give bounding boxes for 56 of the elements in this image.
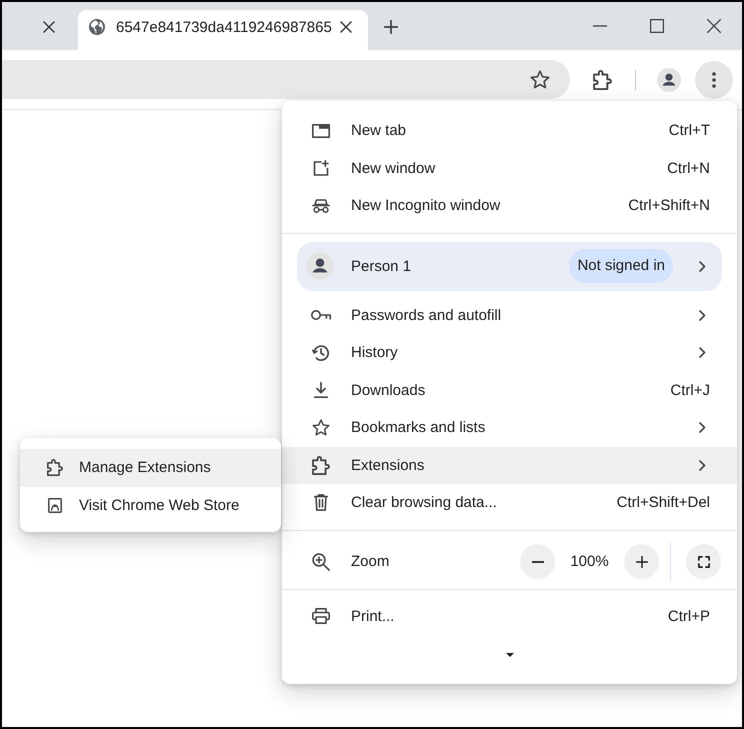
- menu-item[interactable]: Bookmarks and lists: [282, 409, 737, 446]
- shortcut-text: Ctrl+Shift+Del: [616, 494, 710, 512]
- status-badge: Not signed in: [569, 249, 673, 283]
- menu-item[interactable]: Clear browsing data... Ctrl+Shift+Del: [282, 484, 737, 522]
- history-icon: [312, 344, 330, 362]
- download-icon: [314, 382, 328, 398]
- menu-button[interactable]: [695, 60, 733, 98]
- menu-item[interactable]: New tab Ctrl+T: [282, 112, 737, 150]
- maximize-icon[interactable]: [650, 19, 664, 33]
- close-icon[interactable]: [43, 21, 55, 33]
- menu-item[interactable]: Downloads Ctrl+J: [282, 372, 737, 409]
- shortcut-text: Ctrl+J: [670, 382, 710, 399]
- chevron-right-icon: [699, 260, 706, 272]
- fullscreen-button[interactable]: [686, 544, 721, 579]
- shortcut-text: Ctrl+Shift+N: [628, 197, 710, 214]
- puzzle-icon[interactable]: [593, 70, 612, 90]
- menu-item[interactable]: Extensions: [282, 446, 737, 484]
- profile-row[interactable]: Person 1 Not signed in: [297, 242, 722, 290]
- zoom-label: Zoom: [351, 553, 390, 570]
- new-tab-icon: [312, 124, 330, 138]
- fullscreen-icon: [698, 556, 710, 568]
- menu-item[interactable]: Manage Extensions: [20, 449, 281, 486]
- shortcut-text: Ctrl+T: [668, 122, 710, 140]
- menu-item[interactable]: Visit Chrome Web Store: [20, 486, 281, 524]
- puzzle-icon: [47, 459, 63, 476]
- menu-item[interactable]: Print... Ctrl+P: [282, 598, 737, 635]
- globe-icon: [89, 19, 105, 35]
- shortcut-text: Ctrl+P: [668, 608, 710, 625]
- menu-item[interactable]: New Incognito window Ctrl+Shift+N: [282, 187, 737, 224]
- new-window-icon: [313, 160, 329, 176]
- close-icon[interactable]: [706, 19, 720, 33]
- zoom-icon: [312, 552, 330, 570]
- star-icon: [312, 419, 330, 436]
- menu-item[interactable]: New window Ctrl+N: [282, 150, 737, 187]
- minus-icon: [532, 560, 544, 562]
- zoom-level-text: 100%: [569, 553, 610, 570]
- caret-down-icon[interactable]: [506, 653, 514, 657]
- printer-icon: [312, 608, 330, 624]
- avatar-icon[interactable]: [657, 68, 681, 92]
- minimize-icon[interactable]: [592, 25, 606, 27]
- tab[interactable]: 6547e841739da4119246987865: [78, 10, 368, 50]
- trash-icon: [314, 494, 328, 512]
- key-icon: [311, 309, 331, 322]
- incognito-icon: [312, 198, 330, 213]
- zoom-in-button[interactable]: [624, 544, 659, 579]
- kebab-menu-icon: [712, 72, 716, 88]
- avatar-icon: [306, 252, 334, 280]
- shortcut-text: Ctrl+N: [667, 160, 710, 177]
- puzzle-icon: [312, 456, 330, 475]
- star-icon[interactable]: [530, 70, 550, 89]
- menu-item[interactable]: History: [282, 334, 737, 372]
- store-icon: [48, 498, 62, 513]
- plus-icon[interactable]: [384, 20, 398, 34]
- close-icon[interactable]: [340, 21, 352, 33]
- plus-icon: [636, 556, 648, 568]
- menu-item[interactable]: Passwords and autofill: [282, 296, 737, 334]
